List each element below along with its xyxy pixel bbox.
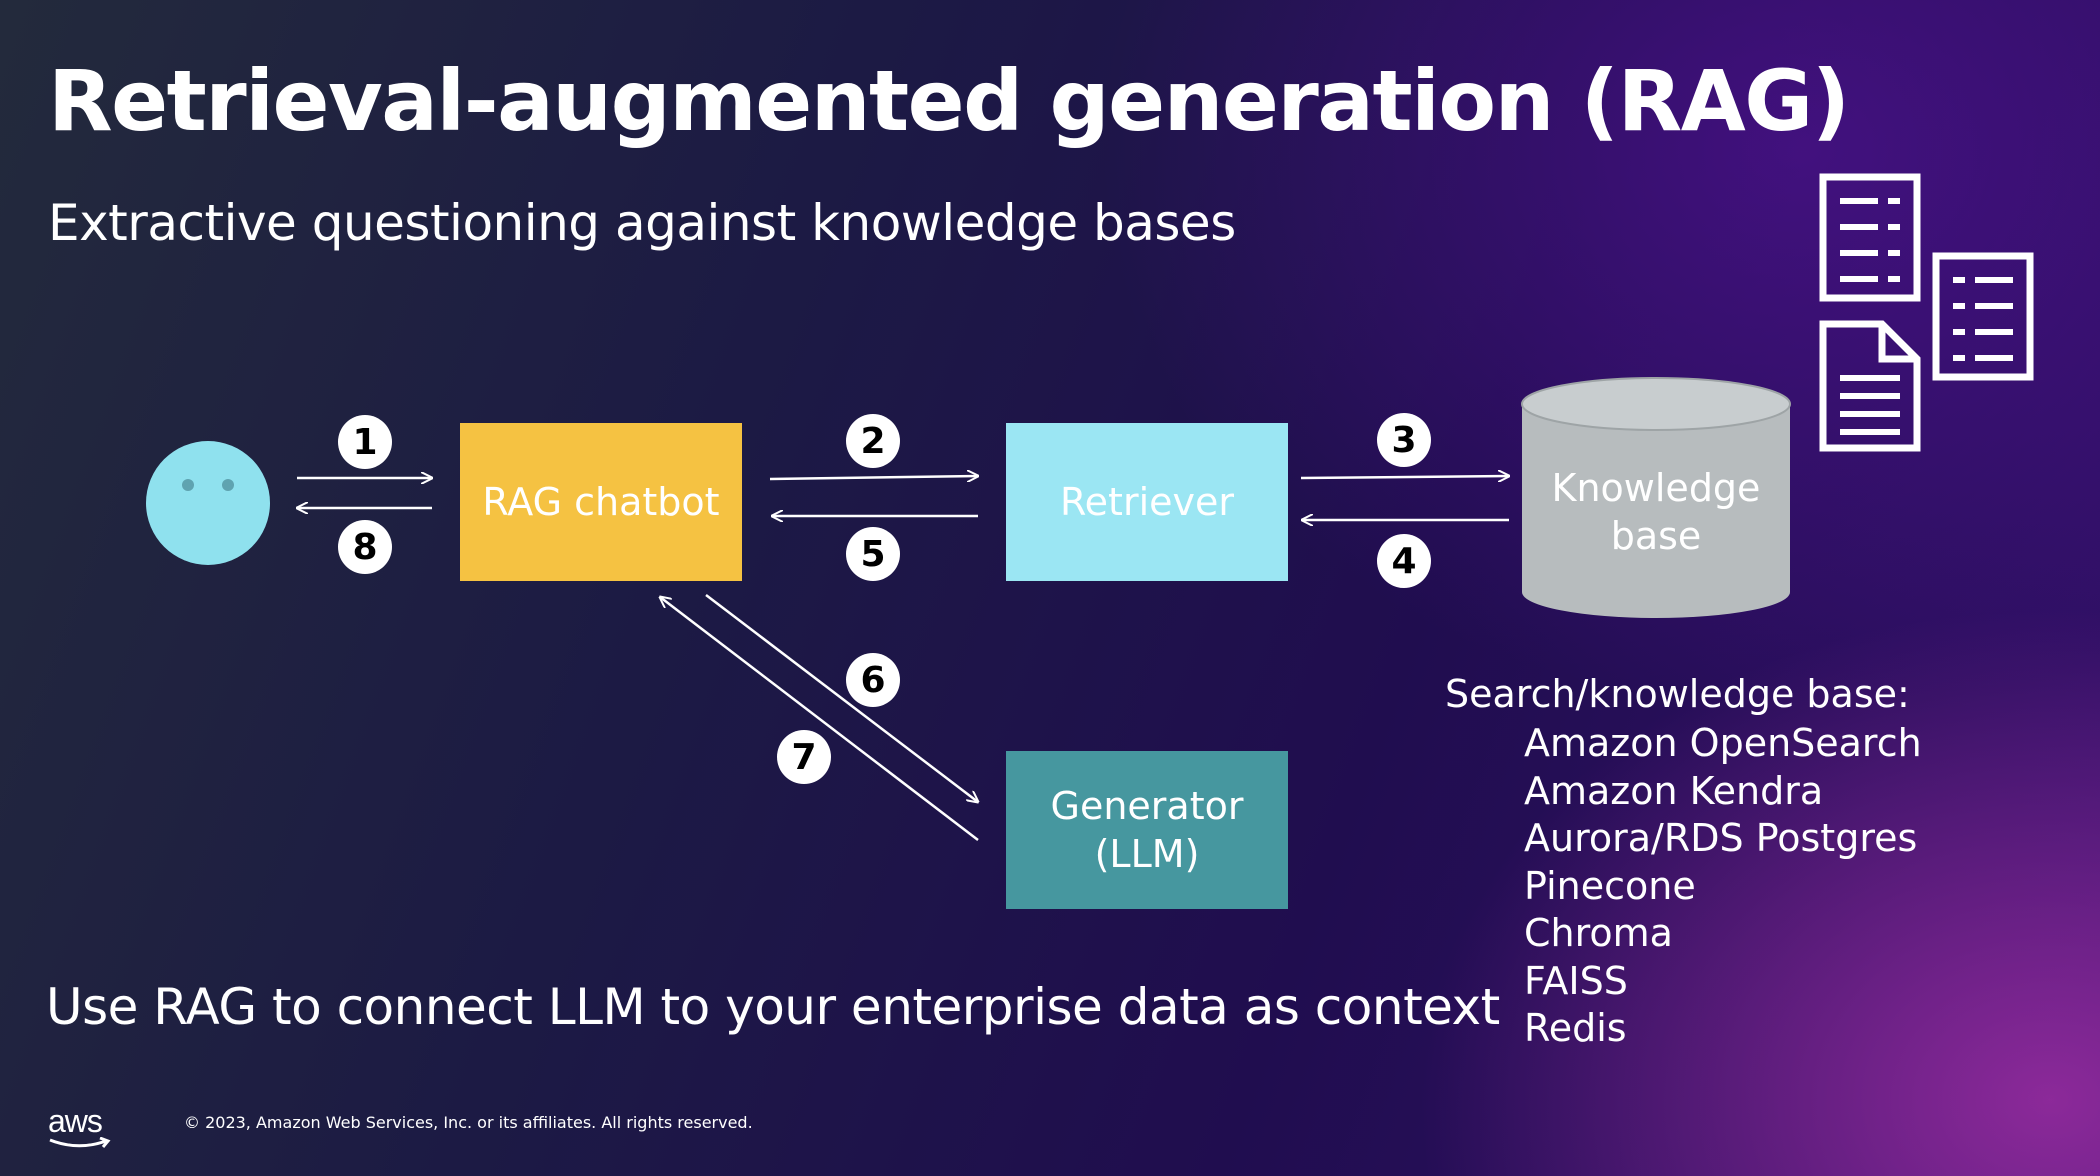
list-item: Aurora/RDS Postgres <box>1524 816 1918 860</box>
generator-label: Generator (LLM) <box>1050 784 1244 876</box>
arrow-step-2 <box>769 476 978 479</box>
step-badge-3: 3 <box>1377 413 1431 467</box>
arrow-step-6 <box>705 594 978 802</box>
smile-arrow-icon <box>49 1137 111 1148</box>
list-item: Pinecone <box>1524 863 1696 908</box>
step-badge-7: 7 <box>777 730 831 784</box>
kb-list: Amazon OpenSearch Amazon Kendra Aurora/R… <box>1524 720 1922 1053</box>
aws-logo: aws <box>48 1103 118 1151</box>
document-file-icon <box>1819 320 1921 452</box>
rag-chatbot-label: RAG chatbot <box>482 480 720 524</box>
retriever-node: Retriever <box>1006 423 1288 581</box>
eye-icon <box>182 479 194 491</box>
list-item: FAISS <box>1524 958 1628 1003</box>
knowledge-base-label: Knowledge base <box>1551 466 1761 558</box>
list-item: Chroma <box>1524 911 1673 955</box>
list-item: Amazon OpenSearch <box>1524 721 1922 765</box>
list-item: Amazon Kendra <box>1524 768 1824 813</box>
retriever-label: Retriever <box>1059 480 1235 524</box>
arrow-step-7 <box>660 597 979 841</box>
eye-icon <box>222 479 234 491</box>
step-badge-1: 1 <box>338 415 392 469</box>
rag-chatbot-node: RAG chatbot <box>460 423 742 581</box>
document-list-icon <box>1819 173 1921 302</box>
arrow-step-3 <box>1300 476 1509 478</box>
step-badge-4: 4 <box>1377 534 1431 588</box>
step-badge-2: 2 <box>846 414 900 468</box>
step-badge-5: 5 <box>846 527 900 581</box>
footer-tagline: Use RAG to connect LLM to your enterpris… <box>46 978 1500 1036</box>
generator-node: Generator (LLM) <box>1006 751 1288 909</box>
user-face-icon <box>146 441 270 565</box>
step-badge-6: 6 <box>846 653 900 707</box>
kb-list-heading: Search/knowledge base: <box>1445 672 1910 716</box>
aws-logo-text: aws <box>48 1103 103 1139</box>
step-badge-8: 8 <box>338 520 392 574</box>
document-list-icon <box>1932 252 2034 381</box>
list-item: Redis <box>1524 1006 1627 1050</box>
copyright-text: © 2023, Amazon Web Services, Inc. or its… <box>184 1113 753 1132</box>
